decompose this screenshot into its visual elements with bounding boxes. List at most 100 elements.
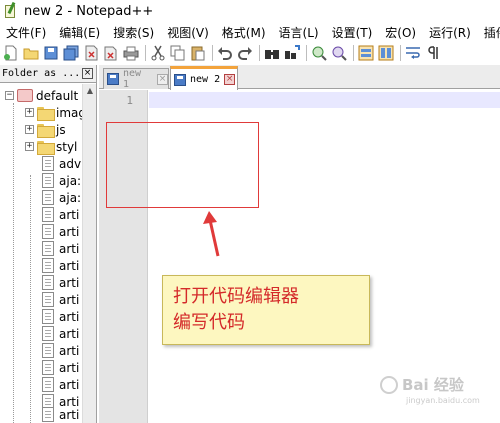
zoom-in-icon[interactable]	[310, 44, 328, 62]
file-icon	[42, 224, 54, 239]
callout-text-line-2: 编写代码	[173, 312, 245, 333]
replace-icon[interactable]	[283, 44, 301, 62]
menu-format[interactable]: 格式(M)	[216, 24, 273, 41]
toolbar-separator	[145, 45, 146, 61]
save-all-icon[interactable]	[62, 44, 80, 62]
toolbar-separator	[212, 45, 213, 61]
show-all-chars-icon[interactable]	[424, 44, 442, 62]
saved-file-icon	[107, 73, 119, 85]
menu-view[interactable]: 视图(V)	[161, 24, 216, 41]
tree-guide-line	[30, 175, 31, 423]
baidu-paw-icon	[380, 376, 398, 394]
word-wrap-icon[interactable]	[404, 44, 422, 62]
panel-title: Folder as ...	[2, 68, 81, 79]
tree-guide-line	[13, 103, 14, 423]
expand-icon[interactable]: +	[25, 108, 34, 117]
tree-item-file[interactable]: arti	[42, 206, 79, 223]
redo-icon[interactable]	[236, 44, 254, 62]
menu-edit[interactable]: 编辑(E)	[53, 24, 107, 41]
tree-item-file[interactable]: arti	[42, 359, 79, 376]
menu-macro[interactable]: 宏(O)	[379, 24, 423, 41]
file-icon	[42, 207, 54, 222]
highlight-box	[106, 122, 259, 208]
folder-icon	[37, 123, 55, 138]
tree-item-label: arti	[59, 224, 80, 239]
paste-icon[interactable]	[189, 44, 207, 62]
file-icon	[42, 275, 54, 290]
cut-icon[interactable]	[149, 44, 167, 62]
tree-item-folder[interactable]: + styl	[25, 138, 77, 155]
tree-item-file[interactable]: adv	[42, 155, 81, 172]
sync-vertical-icon[interactable]	[357, 44, 375, 62]
folder-as-workspace-panel: Folder as ... × − default + imag + js + …	[0, 65, 97, 423]
new-file-icon[interactable]	[2, 44, 20, 62]
baidu-jingyan-watermark: Bai 经验 jingyan.baidu.com	[380, 372, 490, 412]
close-all-icon[interactable]	[102, 44, 120, 62]
file-icon	[42, 360, 54, 375]
menu-file[interactable]: 文件(F)	[0, 24, 53, 41]
file-icon	[42, 173, 54, 188]
watermark-main: Bai 经验	[402, 376, 464, 394]
tree-item-file[interactable]: aja:	[42, 189, 81, 206]
tree-item-file[interactable]: arti	[42, 376, 79, 393]
tab-close-icon[interactable]: ×	[157, 73, 169, 85]
file-icon	[42, 156, 54, 171]
panel-header: Folder as ... ×	[0, 65, 96, 83]
menu-run[interactable]: 运行(R)	[423, 24, 478, 41]
copy-icon[interactable]	[169, 44, 187, 62]
undo-icon[interactable]	[216, 44, 234, 62]
tree-item-file[interactable]: arti	[42, 274, 79, 291]
sync-horizontal-icon[interactable]	[377, 44, 395, 62]
watermark-sub: jingyan.baidu.com	[406, 396, 480, 405]
menu-language[interactable]: 语言(L)	[273, 24, 326, 41]
tree-item-label: arti	[59, 207, 80, 222]
open-file-icon[interactable]	[22, 44, 40, 62]
tree-item-file[interactable]: arti	[42, 342, 79, 359]
expand-icon[interactable]: +	[25, 125, 34, 134]
menu-search[interactable]: 搜索(S)	[107, 24, 161, 41]
menu-settings[interactable]: 设置(T)	[326, 24, 380, 41]
tab-close-icon[interactable]: ×	[224, 74, 236, 85]
file-icon	[42, 292, 54, 307]
tree-item-label: default	[36, 88, 79, 103]
toolbar-separator	[259, 45, 260, 61]
tree-item-label: arti	[59, 258, 80, 273]
tree-item-folder[interactable]: + js	[25, 121, 66, 138]
line-number: 1	[126, 94, 133, 107]
tree-item-file[interactable]: arti	[42, 406, 79, 423]
tree-item-file[interactable]: arti	[42, 291, 79, 308]
file-icon	[42, 407, 54, 422]
tree-item-file[interactable]: arti	[42, 325, 79, 342]
panel-close-icon[interactable]: ×	[82, 68, 93, 79]
tree-item-file[interactable]: arti	[42, 257, 79, 274]
toolbar-separator	[353, 45, 354, 61]
tree-item-file[interactable]: arti	[42, 308, 79, 325]
tab-new-1[interactable]: new 1 ×	[103, 68, 169, 90]
root-folder-icon	[17, 89, 33, 102]
save-icon[interactable]	[42, 44, 60, 62]
find-icon[interactable]	[263, 44, 281, 62]
panel-scrollbar[interactable]: ▲	[82, 84, 96, 423]
collapse-icon[interactable]: −	[5, 91, 14, 100]
tree-item-file[interactable]: aja:	[42, 172, 81, 189]
tree-item-label: aja:	[59, 190, 82, 205]
zoom-out-icon[interactable]	[330, 44, 348, 62]
red-arrow-icon	[203, 211, 220, 257]
print-icon[interactable]	[122, 44, 140, 62]
tree-item-label: arti	[59, 292, 80, 307]
close-icon[interactable]	[82, 44, 100, 62]
tree-item-file[interactable]: arti	[42, 223, 79, 240]
tree-item-label: arti	[59, 343, 80, 358]
tree-item-folder[interactable]: + imag	[25, 104, 86, 121]
file-icon	[42, 343, 54, 358]
tab-new-2[interactable]: new 2 ×	[170, 66, 238, 90]
tree-item-label: aja:	[59, 173, 82, 188]
window-title: new 2 - Notepad++	[24, 3, 154, 19]
tree-item-root[interactable]: − default	[5, 87, 78, 104]
menu-plugins[interactable]: 插件(P	[478, 24, 500, 41]
tree-item-label: arti	[59, 377, 80, 392]
expand-icon[interactable]: +	[25, 142, 34, 151]
current-line-highlight	[149, 92, 500, 108]
tree-item-file[interactable]: arti	[42, 240, 79, 257]
scroll-up-icon[interactable]: ▲	[83, 84, 97, 98]
